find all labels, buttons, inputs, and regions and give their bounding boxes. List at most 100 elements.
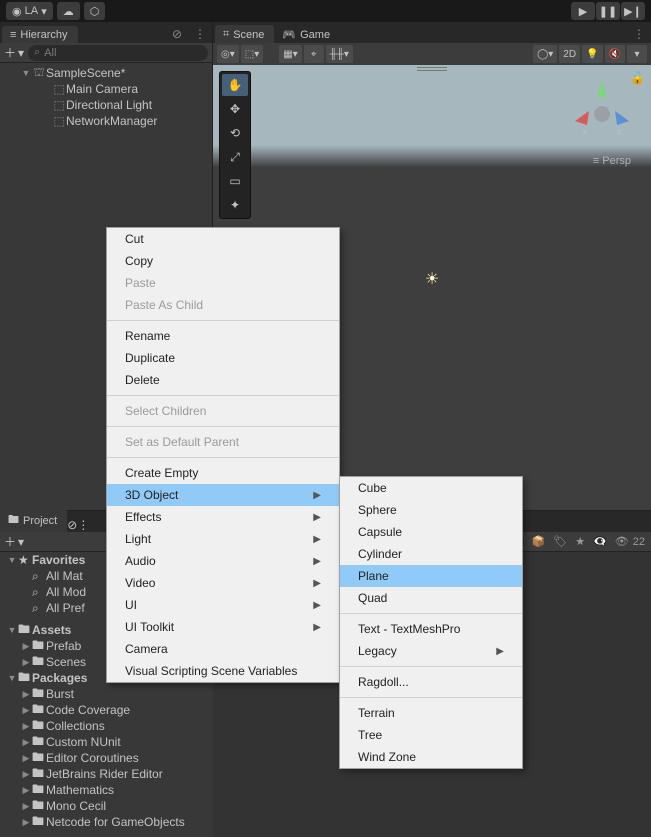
- menu-item-label: Plane: [358, 569, 389, 583]
- fx-toggle[interactable]: ▾: [627, 45, 647, 63]
- menu-item-cylinder[interactable]: Cylinder: [340, 543, 522, 565]
- menu-item-camera[interactable]: Camera: [107, 638, 339, 660]
- pause-button[interactable]: ❚❚: [596, 2, 620, 20]
- create-dropdown[interactable]: ＋▾: [4, 533, 24, 550]
- lock-button[interactable]: ⊘: [166, 25, 188, 43]
- lighting-toggle[interactable]: 💡: [582, 45, 602, 63]
- version-control-button[interactable]: ⬡: [84, 2, 106, 20]
- menu-item-cut[interactable]: Cut: [107, 228, 339, 250]
- tab-hierarchy[interactable]: ≡ Hierarchy: [2, 26, 78, 43]
- hierarchy-item[interactable]: ⬚Main Camera: [0, 81, 212, 97]
- unity-scene-icon: ⛫: [32, 65, 46, 81]
- scene-tab-label: Scene: [233, 29, 264, 41]
- menu-item-ui-toolkit[interactable]: UI Toolkit▶: [107, 616, 339, 638]
- menu-item-delete[interactable]: Delete: [107, 369, 339, 391]
- menu-item-rename[interactable]: Rename: [107, 325, 339, 347]
- hierarchy-icon: ≡: [10, 29, 16, 41]
- cloud-button[interactable]: ☁: [57, 2, 80, 20]
- account-dropdown[interactable]: ◉ LA ▾: [6, 2, 53, 20]
- transform-icon: ✦: [230, 198, 240, 212]
- hierarchy-search[interactable]: ⌕All: [28, 45, 208, 61]
- menu-item-tree[interactable]: Tree: [340, 724, 522, 746]
- menu-item-label: Tree: [358, 728, 382, 742]
- favorite-icon[interactable]: ★: [575, 535, 585, 548]
- menu-item-label: Terrain: [358, 706, 395, 720]
- menu-item-sphere[interactable]: Sphere: [340, 499, 522, 521]
- hierarchy-item[interactable]: ⬚Directional Light: [0, 97, 212, 113]
- scene-toolbar: ◎▾ ⬚▾ ▦▾ ⌖ ╫╫▾ ◯▾ 2D 💡 🔇 ▾: [213, 43, 651, 65]
- create-dropdown[interactable]: ＋▾: [4, 44, 24, 61]
- menu-item-video[interactable]: Video▶: [107, 572, 339, 594]
- menu-item-create-empty[interactable]: Create Empty: [107, 462, 339, 484]
- menu-item-audio[interactable]: Audio▶: [107, 550, 339, 572]
- grid-button[interactable]: ▦▾: [279, 45, 301, 63]
- menu-item-visual-scripting-scene-variables[interactable]: Visual Scripting Scene Variables: [107, 660, 339, 682]
- rotate-tool[interactable]: ⟲: [222, 122, 248, 144]
- pivot-mode-button[interactable]: ◎▾: [217, 45, 239, 63]
- lightbulb-icon: 💡: [586, 49, 598, 60]
- menu-item-light[interactable]: Light ▶: [107, 528, 339, 550]
- menu-item-text-textmeshpro[interactable]: Text - TextMeshPro: [340, 618, 522, 640]
- menu-item-label: Effects: [125, 510, 161, 524]
- directional-light-gizmo[interactable]: ☀: [425, 269, 439, 289]
- label-icon[interactable]: 🏷: [553, 535, 567, 548]
- menu-item-plane[interactable]: Plane: [340, 565, 522, 587]
- menu-item-terrain[interactable]: Terrain: [340, 702, 522, 724]
- folder-icon: 🖿: [32, 812, 46, 833]
- scene-row[interactable]: ▼ ⛫ SampleScene*: [0, 65, 212, 81]
- projection-label[interactable]: ≡ Persp: [593, 155, 631, 167]
- play-button[interactable]: ▶: [571, 2, 595, 20]
- menu-item-wind-zone[interactable]: Wind Zone: [340, 746, 522, 768]
- tab-game[interactable]: 🎮 Game: [274, 25, 340, 43]
- step-button[interactable]: ▶❙: [621, 2, 645, 20]
- hidden-icon[interactable]: 👁‍🗨: [593, 535, 607, 548]
- menu-item-cube[interactable]: Cube: [340, 477, 522, 499]
- step-icon: ▶❙: [624, 5, 642, 18]
- hand-tool[interactable]: ✋: [222, 74, 248, 96]
- menu-item-ragdoll-[interactable]: Ragdoll...: [340, 671, 522, 693]
- package-folder[interactable]: ▶🖿Netcode for GameObjects: [0, 814, 213, 830]
- orientation-gizmo[interactable]: x z: [567, 79, 637, 149]
- transform-tool[interactable]: ✦: [222, 194, 248, 216]
- lock-open-icon: ⊘: [172, 27, 182, 41]
- menu-item-label: Cube: [358, 481, 387, 495]
- panel-menu-button[interactable]: ⋮: [627, 25, 651, 43]
- filter-icon[interactable]: 📦: [532, 535, 546, 548]
- menu-item-legacy[interactable]: Legacy▶: [340, 640, 522, 662]
- kebab-icon: ⋮: [194, 27, 206, 41]
- project-tab-label: Project: [23, 515, 57, 527]
- move-icon: ✥: [230, 102, 240, 116]
- panel-menu-button[interactable]: ⋮: [188, 25, 212, 43]
- menu-item-ui[interactable]: UI▶: [107, 594, 339, 616]
- panel-menu-button[interactable]: ⋮: [77, 518, 89, 532]
- menu-item-capsule[interactable]: Capsule: [340, 521, 522, 543]
- rect-tool[interactable]: ▭: [222, 170, 248, 192]
- chevron-right-icon: ▶: [313, 534, 321, 545]
- menu-item-quad[interactable]: Quad: [340, 587, 522, 609]
- menu-item-3d-object[interactable]: 3D Object▶: [107, 484, 339, 506]
- menu-item-effects[interactable]: Effects▶: [107, 506, 339, 528]
- tab-project[interactable]: 🖿 Project: [0, 508, 67, 532]
- 2d-label: 2D: [563, 49, 576, 60]
- drag-handle[interactable]: [417, 67, 447, 71]
- snap-button[interactable]: ⌖: [304, 45, 324, 63]
- scale-tool[interactable]: ⤢: [222, 146, 248, 168]
- menu-item-duplicate[interactable]: Duplicate: [107, 347, 339, 369]
- move-tool[interactable]: ✥: [222, 98, 248, 120]
- top-toolbar: ◉ LA ▾ ☁ ⬡ ▶ ❚❚ ▶❙: [0, 0, 651, 22]
- chevron-right-icon: ▶: [313, 600, 321, 611]
- menu-item-label: Delete: [125, 373, 160, 387]
- context-submenu-3d-object: Cube SphereCapsuleCylinder Plane Quad Text -…: [339, 476, 523, 769]
- draw-mode-button[interactable]: ◯▾: [533, 45, 557, 63]
- menu-item-label: Light: [125, 532, 151, 546]
- menu-item-copy[interactable]: Copy: [107, 250, 339, 272]
- expand-arrow-icon[interactable]: ▼: [20, 68, 32, 78]
- snap-increment-button[interactable]: ╫╫▾: [326, 45, 353, 63]
- audio-toggle[interactable]: 🔇: [605, 45, 625, 63]
- hierarchy-item[interactable]: ⬚NetworkManager: [0, 113, 212, 129]
- lock-button[interactable]: ⊘: [67, 518, 77, 532]
- tab-scene[interactable]: ⌗ Scene: [215, 25, 274, 43]
- scene-tab-strip: ⌗ Scene 🎮 Game ⋮: [213, 22, 651, 43]
- pivot-rotation-button[interactable]: ⬚▾: [241, 45, 263, 63]
- 2d-toggle[interactable]: 2D: [559, 45, 580, 63]
